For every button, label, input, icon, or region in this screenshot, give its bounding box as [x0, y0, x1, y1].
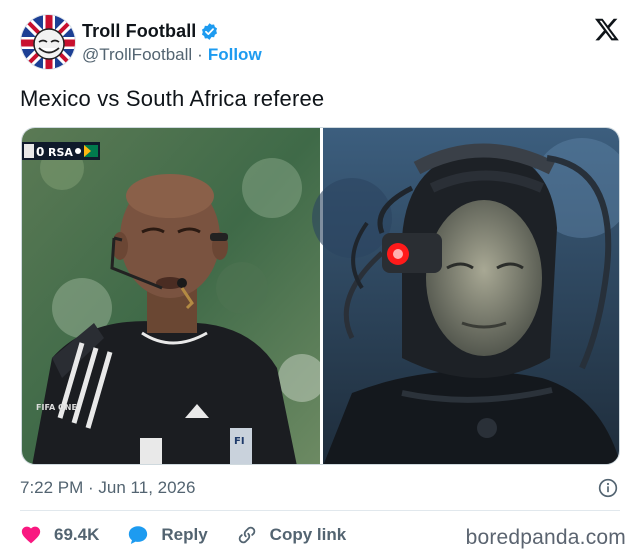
heart-icon [21, 526, 41, 544]
follow-button[interactable]: Follow [208, 45, 262, 65]
x-logo-icon[interactable] [594, 16, 620, 42]
tweet-timestamp[interactable]: 7:22 PM · Jun 11, 2026 [20, 478, 195, 498]
info-icon[interactable] [598, 478, 618, 498]
link-icon [238, 526, 255, 544]
copy-link-label: Copy link [269, 525, 347, 544]
display-name[interactable]: Troll Football [82, 21, 196, 42]
copy-link-button[interactable]: Copy link [236, 524, 347, 546]
borg-photo [312, 128, 619, 464]
tweet-media[interactable]: 0 RSA FIFA ONE FI [21, 127, 620, 465]
handle[interactable]: @TrollFootball [82, 45, 192, 65]
author-info: Troll Football @TrollFootball · Follow [82, 20, 262, 65]
avatar[interactable] [20, 14, 76, 70]
jersey-text: FIFA ONE [36, 403, 77, 412]
watermark: boredpanda.com [465, 526, 626, 549]
divider [20, 510, 620, 511]
verified-badge-icon [200, 22, 219, 41]
reply-button[interactable]: Reply [127, 524, 208, 546]
scoreboard-team: RSA [48, 146, 73, 159]
referee-photo: 0 RSA FIFA ONE FI [22, 128, 326, 464]
likes-count: 69.4K [54, 525, 100, 544]
tweet-header: Troll Football @TrollFootball · Follow [20, 14, 620, 74]
action-bar: 69.4K Reply Copy link [20, 520, 374, 550]
reply-label: Reply [161, 525, 208, 544]
separator-dot: · [197, 45, 203, 64]
jersey-badge-text: FI [234, 436, 245, 447]
like-button[interactable]: 69.4K [20, 524, 99, 546]
tweet-text: Mexico vs South Africa referee [20, 86, 325, 111]
reply-bubble-icon [129, 526, 148, 544]
scoreboard-score: 0 [36, 145, 44, 159]
